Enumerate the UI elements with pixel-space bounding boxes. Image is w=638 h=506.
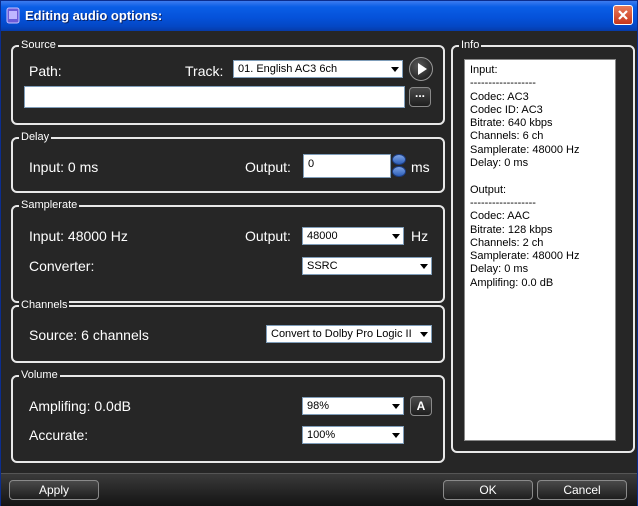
samplerate-unit: Hz [411,228,429,244]
button-bar: Apply OK Cancel [1,473,637,506]
track-select[interactable]: 01. English AC3 6ch [233,60,403,78]
converter-value: SSRC [307,260,338,272]
volume-group: Volume Amplifing: 0.0dB 98% A Accurate: … [11,368,445,463]
amplifing-label: Amplifing: 0.0dB [29,398,131,414]
spin-up-button[interactable] [392,154,406,165]
delay-output-input[interactable]: 0 [303,154,391,178]
apply-button[interactable]: Apply [9,480,99,500]
samplerate-legend: Samplerate [19,198,80,212]
spin-down-button[interactable] [392,166,406,177]
delay-legend: Delay [19,130,52,144]
channels-legend: Channels [19,298,70,312]
channels-mode-value: Convert to Dolby Pro Logic II [271,328,412,340]
ok-button[interactable]: OK [443,480,533,500]
converter-select[interactable]: SSRC [302,257,432,275]
accurate-select[interactable]: 100% [302,426,404,444]
samplerate-input-label: Input: 48000 Hz [29,228,128,244]
window-title: Editing audio options: [25,8,163,23]
track-label: Track: [185,63,224,79]
browse-button[interactable]: ... [409,87,431,107]
delay-unit: ms [411,159,430,175]
samplerate-group: Samplerate Input: 48000 Hz Output: 48000… [11,198,445,303]
samplerate-output-select[interactable]: 48000 [302,227,404,245]
chevron-down-icon [420,332,428,337]
close-button[interactable] [613,5,633,25]
samplerate-output-value: 48000 [307,230,338,242]
amplifing-select[interactable]: 98% [302,397,404,415]
chevron-down-icon [420,264,428,269]
delay-group: Delay Input: 0 ms Output: 0 ms [11,130,445,193]
path-input[interactable] [24,86,405,108]
samplerate-output-label: Output: [245,228,291,244]
track-select-value: 01. English AC3 6ch [238,63,338,75]
delay-output-label: Output: [245,159,291,175]
title-bar[interactable]: Editing audio options: [1,1,637,31]
channels-group: Channels Source: 6 channels Convert to D… [11,298,445,363]
channels-mode-select[interactable]: Convert to Dolby Pro Logic II [266,325,432,343]
channels-source-label: Source: 6 channels [29,327,149,343]
app-icon [6,7,20,24]
play-button[interactable] [409,57,433,81]
dialog-window: Editing audio options: Source Path: Trac… [0,0,638,506]
volume-legend: Volume [19,368,60,382]
path-label: Path: [29,63,62,79]
info-legend: Info [459,38,482,52]
close-icon [618,10,628,20]
accurate-label: Accurate: [29,427,89,443]
chevron-down-icon [391,67,399,72]
chevron-down-icon [392,433,400,438]
converter-label: Converter: [29,258,95,274]
amplifing-value: 98% [307,400,330,412]
cancel-button[interactable]: Cancel [537,480,627,500]
info-text: Input: ------------------ Codec: AC3 Cod… [464,59,616,441]
source-legend: Source [19,38,58,52]
dialog-content: Source Path: Track: 01. English AC3 6ch … [5,31,635,473]
source-group: Source Path: Track: 01. English AC3 6ch … [11,38,445,125]
chevron-down-icon [392,404,400,409]
accurate-value: 100% [307,429,336,441]
delay-input-label: Input: 0 ms [29,159,99,175]
chevron-down-icon [392,234,400,239]
auto-amplify-button[interactable]: A [410,396,432,416]
info-group: Info Input: ------------------ Codec: AC… [451,38,635,453]
